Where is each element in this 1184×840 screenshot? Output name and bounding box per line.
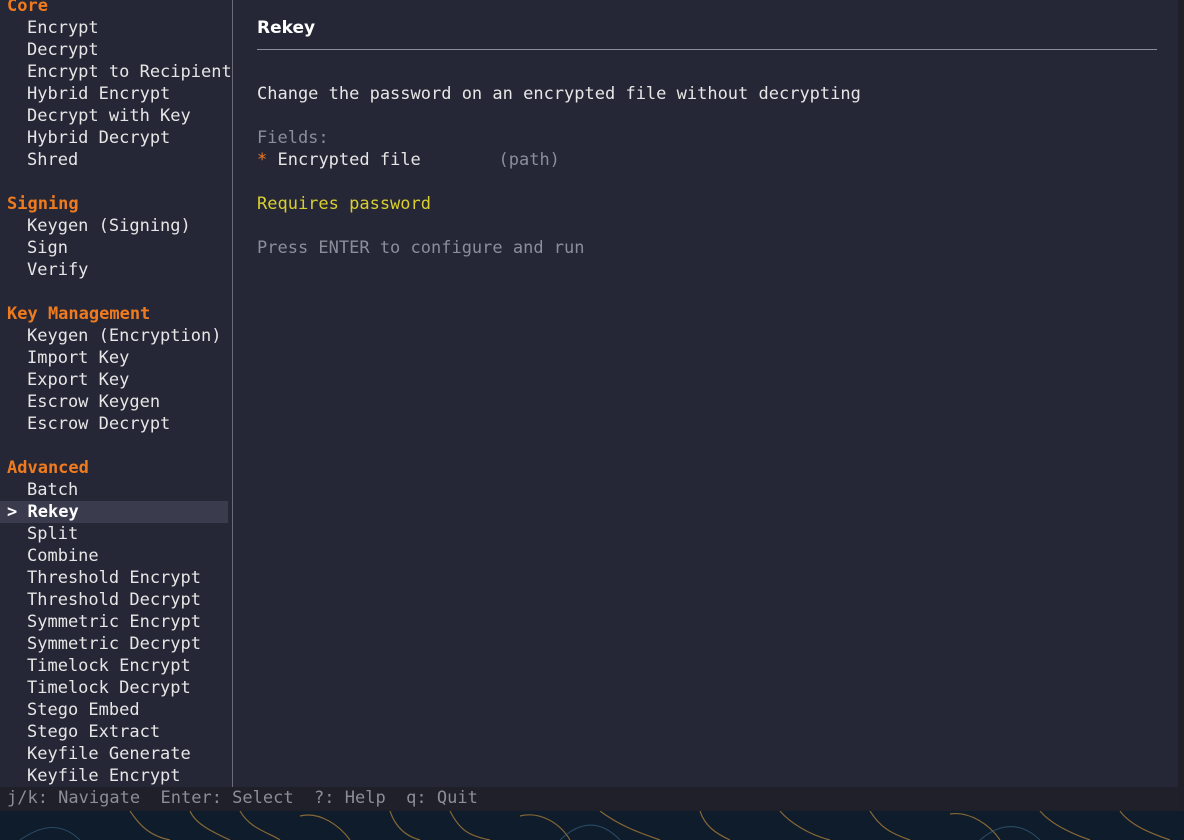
menu-item-symmetric-decrypt[interactable]: Symmetric Decrypt xyxy=(0,633,228,655)
menu-item-threshold-encrypt[interactable]: Threshold Encrypt xyxy=(0,567,228,589)
field-type: (path) xyxy=(498,150,560,170)
required-marker: * xyxy=(257,150,268,170)
menu-item-encrypt-to-recipient[interactable]: Encrypt to Recipient xyxy=(0,61,232,83)
menu-item-split[interactable]: Split xyxy=(0,523,228,545)
menu-item-timelock-decrypt[interactable]: Timelock Decrypt xyxy=(0,677,228,699)
menu-item-escrow-decrypt[interactable]: Escrow Decrypt xyxy=(0,413,228,435)
menu-item-rekey[interactable]: > Rekey xyxy=(0,501,228,523)
menu-item-export-key[interactable]: Export Key xyxy=(0,369,228,391)
menu-item-keyfile-encrypt[interactable]: Keyfile Encrypt xyxy=(0,765,228,787)
menu-item-hybrid-decrypt[interactable]: Hybrid Decrypt xyxy=(0,127,228,149)
menu-item-encrypt[interactable]: Encrypt xyxy=(0,17,228,39)
menu-item-keyfile-generate[interactable]: Keyfile Generate xyxy=(0,743,228,765)
menu-item-escrow-keygen[interactable]: Escrow Keygen xyxy=(0,391,228,413)
requirement-note: Requires password xyxy=(257,194,431,214)
field-name: Encrypted file xyxy=(277,150,421,170)
menu-item-verify[interactable]: Verify xyxy=(0,259,228,281)
menu-item-label: Rekey xyxy=(27,502,79,522)
terminal-window: Core Encrypt Decrypt Encrypt to Recipien… xyxy=(0,0,1178,809)
pane-divider xyxy=(232,0,233,787)
menu-item-hybrid-encrypt[interactable]: Hybrid Encrypt xyxy=(0,83,228,105)
selection-marker: > xyxy=(7,502,18,522)
menu-item-keygen-signing[interactable]: Keygen (Signing) xyxy=(0,215,228,237)
run-hint: Press ENTER to configure and run xyxy=(257,238,585,258)
section-title-signing: Signing xyxy=(7,194,79,214)
section-title-key-management: Key Management xyxy=(7,304,151,324)
menu-item-threshold-decrypt[interactable]: Threshold Decrypt xyxy=(0,589,228,611)
field-row: * Encrypted file (path) xyxy=(257,149,1157,171)
fields-label: Fields: xyxy=(257,128,329,148)
detail-description: Change the password on an encrypted file… xyxy=(257,84,861,104)
menu-item-timelock-encrypt[interactable]: Timelock Encrypt xyxy=(0,655,228,677)
menu-item-combine[interactable]: Combine xyxy=(0,545,228,567)
menu-item-decrypt-with-key[interactable]: Decrypt with Key xyxy=(0,105,228,127)
sidebar-menu: Core Encrypt Decrypt Encrypt to Recipien… xyxy=(0,0,232,787)
menu-item-decrypt[interactable]: Decrypt xyxy=(0,39,228,61)
detail-title: Rekey xyxy=(257,18,316,38)
wallpaper-pattern xyxy=(19,810,1171,840)
desktop-wallpaper xyxy=(0,810,1184,840)
menu-item-symmetric-encrypt[interactable]: Symmetric Encrypt xyxy=(0,611,228,633)
section-title-core: Core xyxy=(7,0,48,16)
menu-item-sign[interactable]: Sign xyxy=(0,237,228,259)
menu-item-batch[interactable]: Batch xyxy=(0,479,228,501)
title-rule xyxy=(257,49,1157,50)
section-title-advanced: Advanced xyxy=(7,458,89,478)
menu-item-stego-extract[interactable]: Stego Extract xyxy=(0,721,228,743)
detail-pane: Rekey Change the password on an encrypte… xyxy=(257,17,1157,259)
menu-item-stego-embed[interactable]: Stego Embed xyxy=(0,699,228,721)
status-bar: j/k: Navigate Enter: Select ?: Help q: Q… xyxy=(0,787,1178,809)
menu-item-shred[interactable]: Shred xyxy=(0,149,228,171)
menu-item-import-key[interactable]: Import Key xyxy=(0,347,228,369)
menu-item-keygen-encryption[interactable]: Keygen (Encryption) xyxy=(0,325,228,347)
